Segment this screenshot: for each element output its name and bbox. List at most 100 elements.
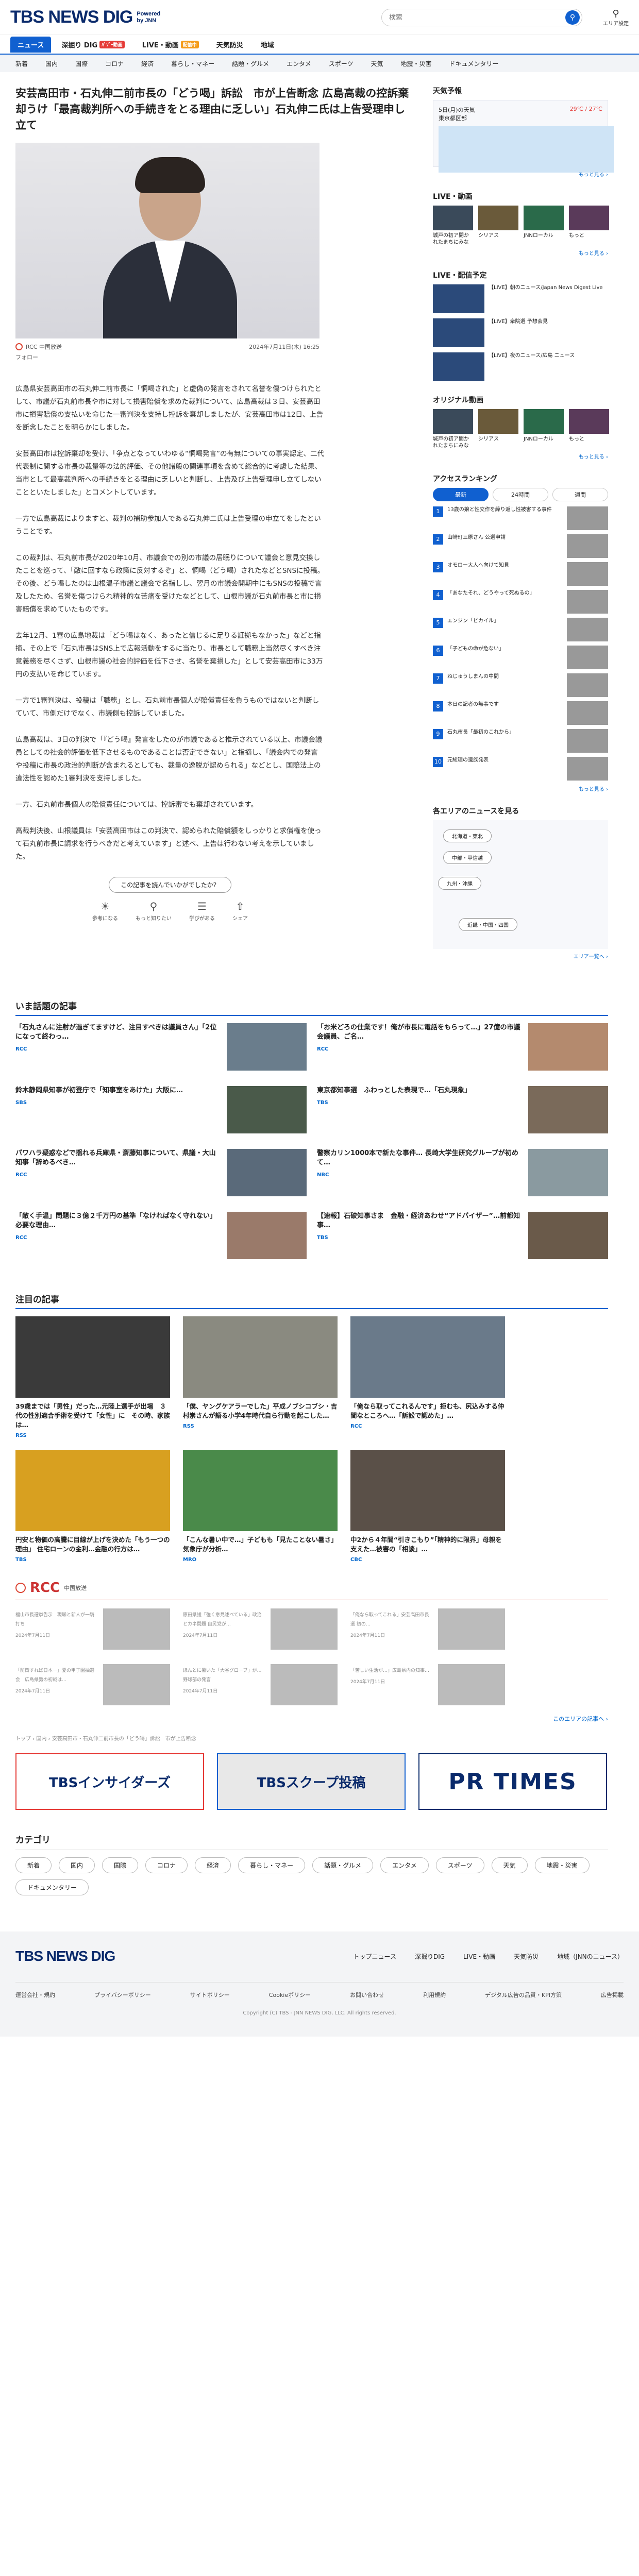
footer-logo[interactable]: TBS NEWS DIG <box>15 1948 115 1964</box>
nav-tab-0[interactable]: ニュース <box>10 36 52 53</box>
nav-category-5[interactable]: 暮らし・マネー <box>171 59 214 68</box>
feedback-lightbulb[interactable]: ☀ 参考になる <box>92 900 118 922</box>
talk-item[interactable]: 【速報】石破知事さま 金融・経済あわせ“アドバイザー”…前都知事… TBS <box>317 1212 608 1266</box>
category-chip[interactable]: スポーツ <box>435 1857 484 1873</box>
search-input[interactable] <box>389 13 565 21</box>
category-chip[interactable]: 地震・災害 <box>534 1857 590 1873</box>
weather-map[interactable] <box>439 126 614 173</box>
nav-tab-2[interactable]: LIVE・動画 配信中 <box>135 37 206 53</box>
footer-link[interactable]: 天気防災 <box>514 1952 539 1961</box>
nav-category-9[interactable]: 天気 <box>371 59 383 68</box>
search-icon[interactable]: ⚲ <box>565 10 580 25</box>
article-source[interactable]: RCC 中国放送 <box>15 343 62 351</box>
attention-item[interactable]: 39歳までは「男性」だった…元陸上選手が出場 ３代の性別適合手術を受けて「女性」… <box>15 1316 170 1438</box>
nav-category-2[interactable]: 国際 <box>75 59 88 68</box>
ranking-tab-0[interactable]: 最新 <box>433 488 489 501</box>
nav-category-3[interactable]: コロナ <box>105 59 124 68</box>
category-chip[interactable]: 国内 <box>59 1857 95 1873</box>
live-item[interactable]: 城戸の初ア開かれたまちにみな <box>433 206 473 246</box>
talk-item[interactable]: 警察カリン1000本で新たな事件… 長崎大学生研究グループが初めて… NBC <box>317 1149 608 1204</box>
footer-sub-link[interactable]: お問い合わせ <box>350 1991 384 1999</box>
nav-category-0[interactable]: 新着 <box>15 59 28 68</box>
footer-link[interactable]: 深掘りDIG <box>415 1952 445 1961</box>
feedback-share[interactable]: ⇧ シェア <box>232 900 248 922</box>
feedback-search[interactable]: ⚲ もっと知りたい <box>136 900 172 922</box>
attention-item[interactable]: 「こんな暑い中で…」子どもも「見たことない暑さ」 気象庁が分析… MRO <box>183 1450 338 1563</box>
rcc-more-link[interactable]: このエリアの記事へ › <box>15 1715 608 1723</box>
banner-3[interactable]: PR TIMES <box>418 1753 607 1810</box>
feedback-book[interactable]: ☰ 学びがある <box>189 900 215 922</box>
banner-1[interactable]: TBSインサイダーズ <box>15 1753 204 1810</box>
live-item[interactable]: もっと <box>569 206 609 246</box>
talk-item[interactable]: 「石丸さんに注射が過ぎてますけど、注目すべきは議員さん」「2位になって終わっ… R… <box>15 1023 307 1078</box>
ranking-item[interactable]: 2 山崎町三原さん 公選申請 <box>433 534 608 558</box>
talk-item[interactable]: 「お米どろの仕業です！俺が市長に電話をもらって…」27億の市議会議員、ご名… RC… <box>317 1023 608 1078</box>
site-logo[interactable]: TBS NEWS DIG Powered by JNN <box>10 7 160 27</box>
talk-item[interactable]: 「敵く手温」問題に３億２千万円の基準「なければなく守れない」必要な理由… RCC <box>15 1212 307 1266</box>
follow-button[interactable]: フォロー <box>15 353 412 361</box>
rcc-item[interactable]: ほんとに暑いた「大谷グローブ」が…野球部の発言 2024年7月11日 <box>183 1664 338 1710</box>
category-chip[interactable]: 経済 <box>195 1857 231 1873</box>
category-chip[interactable]: 話題・グルメ <box>312 1857 374 1873</box>
footer-sub-link[interactable]: 利用規約 <box>423 1991 446 1999</box>
live-more-link[interactable]: もっと見る › <box>433 249 608 257</box>
ranking-item[interactable]: 10 元総理の遺族発表 <box>433 757 608 781</box>
footer-sub-link[interactable]: サイトポリシー <box>190 1991 230 1999</box>
category-chip[interactable]: ドキュメンタリー <box>15 1879 89 1895</box>
nav-category-10[interactable]: 地震・災害 <box>401 59 432 68</box>
live-item[interactable]: JNNローカル <box>524 206 564 246</box>
original-more-link[interactable]: もっと見る › <box>433 452 608 460</box>
ranking-item[interactable]: 1 13歳の娘と性交作を繰り返し性被害する事件 <box>433 506 608 530</box>
ranking-tab-2[interactable]: 週間 <box>552 488 608 501</box>
nav-category-7[interactable]: エンタメ <box>287 59 311 68</box>
ranking-item[interactable]: 3 オモロー大人へ向けて知見 <box>433 562 608 586</box>
ranking-item[interactable]: 4 「あなたそれ、どうやって死ぬるの」 <box>433 590 608 614</box>
footer-link[interactable]: 地域（JNNのニュース） <box>557 1952 624 1961</box>
attention-item[interactable]: 「俺なら取ってこれるんです」拒むも、尻込みする仲間なところへ…「訴訟で認めた」…… <box>350 1316 505 1438</box>
footer-link[interactable]: LIVE・動画 <box>463 1952 495 1961</box>
footer-sub-link[interactable]: デジタル広告の品質・KPI方策 <box>485 1991 562 1999</box>
category-chip[interactable]: コロナ <box>145 1857 188 1873</box>
stream-item[interactable]: 【LIVE】衆院選 予想会見 <box>433 318 608 347</box>
original-item[interactable]: もっと <box>569 409 609 449</box>
region-button[interactable]: 九州・沖縄 <box>438 877 481 890</box>
rcc-item[interactable]: 「防衛すれば日本一」夏の甲子園抽選会 広島県勢の初戦は… 2024年7月11日 <box>15 1664 170 1710</box>
attention-item[interactable]: 円安と物価の高騰に目線が上げを決めた「もう一つの理由」 住宅ローンの金利…金融の… <box>15 1450 170 1563</box>
nav-tab-1[interactable]: 深掘り DIG ﾊﾞｿﾞｰ動画 <box>54 37 131 53</box>
rcc-item[interactable]: 原田県議「強く意見述べている」政治とカネ問題 自民党が… 2024年7月11日 <box>183 1608 338 1655</box>
rcc-item[interactable]: 「苦しい生活が…」広島県内の知事… 2024年7月11日 <box>350 1664 505 1710</box>
original-item[interactable]: JNNローカル <box>524 409 564 449</box>
talk-item[interactable]: 鈴木静岡県知事が初登庁で「知事室をあけた」大阪に… SBS <box>15 1086 307 1141</box>
category-chip[interactable]: 天気 <box>491 1857 528 1873</box>
nav-category-6[interactable]: 話題・グルメ <box>232 59 269 68</box>
stream-item[interactable]: 【LIVE】朝のニュース/Japan News Digest Live <box>433 284 608 313</box>
footer-sub-link[interactable]: プライバシーポリシー <box>94 1991 151 1999</box>
region-button[interactable]: 中部・甲信越 <box>443 851 492 864</box>
region-more-link[interactable]: エリア一覧へ › <box>433 952 608 960</box>
rcc-item[interactable]: 福山市長選挙告示 現職と新人が一騎打ち 2024年7月11日 <box>15 1608 170 1655</box>
ranking-tab-1[interactable]: 24時間 <box>493 488 548 501</box>
ranking-item[interactable]: 7 ねじゅうしまんの中間 <box>433 673 608 697</box>
ranking-item[interactable]: 6 「子どもの命が危ない」 <box>433 646 608 669</box>
nav-category-8[interactable]: スポーツ <box>329 59 354 68</box>
talk-item[interactable]: パワハラ疑惑などで揺れる兵庫県・斎藤知事について、県議・大山知事「辞めるべき… R… <box>15 1149 307 1204</box>
category-chip[interactable]: 新着 <box>15 1857 52 1873</box>
category-chip[interactable]: 国際 <box>102 1857 139 1873</box>
footer-sub-link[interactable]: Cookieポリシー <box>269 1991 311 1999</box>
region-button[interactable]: 近畿・中国・四国 <box>459 918 517 931</box>
banner-2[interactable]: TBSスクープ投稿 <box>217 1753 406 1810</box>
category-chip[interactable]: 暮らし・マネー <box>238 1857 306 1873</box>
ranking-item[interactable]: 8 本日の記者の無事です <box>433 701 608 725</box>
original-item[interactable]: シリアス <box>478 409 518 449</box>
stream-item[interactable]: 【LIVE】夜のニュース/広島 ニュース <box>433 352 608 381</box>
ranking-item[interactable]: 9 石丸市長「最初のこれから」 <box>433 729 608 753</box>
nav-tab-4[interactable]: 地域 <box>254 37 281 53</box>
footer-sub-link[interactable]: 運営会社・規約 <box>15 1991 55 1999</box>
rcc-item[interactable]: 「俺なら取ってこれる」安芸高田市長選 初の… 2024年7月11日 <box>350 1608 505 1655</box>
ranking-item[interactable]: 5 エンジン「ピカイル」 <box>433 618 608 641</box>
live-item[interactable]: シリアス <box>478 206 518 246</box>
nav-category-1[interactable]: 国内 <box>45 59 58 68</box>
area-setting[interactable]: ⚲ エリア設定 <box>603 8 629 27</box>
attention-item[interactable]: 中2から４年間“引きこもり”「精神的に限界」母親を支えた…被害の「相談」… CBC <box>350 1450 505 1563</box>
nav-category-4[interactable]: 経済 <box>141 59 154 68</box>
